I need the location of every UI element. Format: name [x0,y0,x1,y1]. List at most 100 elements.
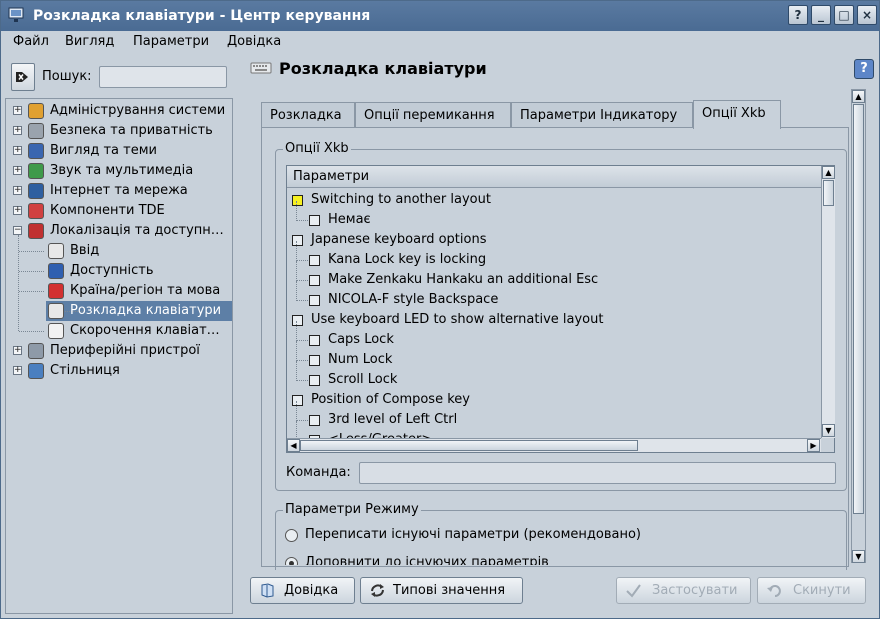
page-scroll-down-button[interactable]: ▼ [852,550,865,563]
option-row[interactable]: Make Zenkaku Hankaku an additional Esc [287,270,821,290]
expand-icon[interactable]: + [13,106,22,115]
tree-item[interactable]: + Компоненти TDE [6,201,232,221]
tab-xkb-options[interactable]: Опції Xkb [693,100,781,129]
apply-button[interactable]: Застосувати [616,577,751,604]
defaults-button[interactable]: Типові значення [360,577,523,604]
scroll-left-button[interactable]: ◀ [287,439,300,452]
option-group-row[interactable]: Use keyboard LED to show alternative lay… [287,310,821,330]
option-checkbox[interactable] [309,375,320,386]
scroll-thumb[interactable] [823,180,834,206]
expand-icon[interactable]: + [13,146,22,155]
option-row[interactable]: Caps Lock [287,330,821,350]
tree-item[interactable]: + Стільниця [6,361,232,381]
option-checkbox[interactable] [309,295,320,306]
option-label: Kana Lock key is locking [328,252,487,267]
tab-switch-options[interactable]: Опції перемикання [355,102,511,128]
tab-layout[interactable]: Розкладка [261,102,355,128]
option-row[interactable]: 3rd level of Left Ctrl [287,410,821,430]
option-checkbox[interactable] [292,195,303,206]
tree-item[interactable]: + Інтернет та мережа [6,181,232,201]
option-group-row[interactable]: Switching to another layout [287,190,821,210]
page-title: Розкладка клавіатури [279,59,487,78]
tree-item[interactable]: + Адміністрування системи [6,101,232,121]
expand-icon[interactable]: + [13,126,22,135]
tree-subitem[interactable]: Країна/регіон та мова [6,281,232,301]
option-row[interactable]: Scroll Lock [287,370,821,390]
option-checkbox[interactable] [309,415,320,426]
scroll-down-button[interactable]: ▼ [822,424,835,437]
option-checkbox[interactable] [309,355,320,366]
tree-branch-line [19,331,44,332]
overwrite-radio[interactable] [285,529,298,542]
clear-search-button[interactable] [11,63,35,91]
tree-item[interactable]: + Безпека та приватність [6,121,232,141]
option-row[interactable]: Kana Lock key is locking [287,250,821,270]
option-checkbox[interactable] [309,335,320,346]
option-checkbox[interactable] [309,255,320,266]
whats-this-help-button[interactable]: ? [854,59,874,79]
menu-help[interactable]: Довідка [227,34,281,49]
expand-icon[interactable]: + [13,186,22,195]
accessibility-icon [48,263,64,279]
tab-indicator-options[interactable]: Параметри Індикатору [511,102,693,128]
reset-button[interactable]: Скинути [757,577,866,604]
expand-icon[interactable]: + [13,346,22,355]
tree-item-label: Скорочення клавіат… [70,323,220,338]
xkb-options-list[interactable]: Параметри Switching to another layout Нем… [286,165,835,453]
search-input[interactable] [99,66,227,88]
option-row[interactable]: <Less/Greater> [287,430,821,438]
tree-subitem[interactable]: Розкладка клавіатури [46,301,232,321]
page-scroll-thumb[interactable] [853,104,864,514]
scroll-right-button[interactable]: ▶ [807,439,820,452]
expand-icon[interactable]: + [13,206,22,215]
option-checkbox[interactable] [309,275,320,286]
help-title-button[interactable]: ? [788,5,808,25]
option-row[interactable]: NICOLA-F style Backspace [287,290,821,310]
command-field[interactable] [359,462,836,484]
tree-subitem[interactable]: Ввід [6,241,232,261]
menu-file[interactable]: Файл [13,34,49,49]
options-vertical-scrollbar[interactable]: ▲ ▼ [821,166,835,438]
scroll-up-button[interactable]: ▲ [822,166,835,179]
append-radio-label[interactable]: Доповнити до існуючих параметрів [305,555,549,565]
splitter-handle[interactable] [234,98,240,614]
page-scroll-up-button[interactable]: ▲ [852,90,865,103]
tree-item[interactable]: − Локалізація та доступн… [6,221,232,241]
option-row[interactable]: Num Lock [287,350,821,370]
h-scroll-thumb[interactable] [300,440,638,451]
help-button[interactable]: Довідка [250,577,355,604]
tree-item-label: Периферійні пристрої [50,343,200,358]
option-checkbox[interactable] [292,235,303,246]
tree-item[interactable]: + Звук та мультимедіа [6,161,232,181]
option-checkbox[interactable] [309,215,320,226]
option-branch-line [296,380,308,381]
title-bar[interactable]: Розкладка клавіатури - Центр керування ?… [1,1,879,31]
option-group-row[interactable]: Position of Compose key [287,390,821,410]
expand-icon[interactable]: + [13,166,22,175]
tree-item[interactable]: + Вигляд та теми [6,141,232,161]
tree-item[interactable]: + Периферійні пристрої [6,341,232,361]
menu-view[interactable]: Вигляд [65,34,114,49]
options-horizontal-scrollbar[interactable]: ◀ ▶ [287,438,821,452]
menu-settings[interactable]: Параметри [133,34,209,49]
option-label: Japanese keyboard options [311,232,487,247]
localization-icon [28,223,44,239]
option-row[interactable]: Немає [287,210,821,230]
tree-item-label: Адміністрування системи [50,103,226,118]
maximize-button[interactable]: □ [834,5,854,25]
option-checkbox[interactable] [292,395,303,406]
close-button[interactable]: × [857,5,877,25]
option-checkbox[interactable] [292,315,303,326]
collapse-icon[interactable]: − [13,226,22,235]
tree-subitem[interactable]: Доступність [6,261,232,281]
list-header[interactable]: Параметри [287,166,821,188]
tree-subitem[interactable]: Скорочення клавіат… [6,321,232,341]
overwrite-radio-label[interactable]: Переписати існуючі параметри (рекомендов… [305,527,641,542]
page-vertical-scrollbar[interactable]: ▲ ▼ [851,89,866,563]
append-radio[interactable] [285,557,298,565]
option-branch-line [296,361,297,381]
option-group-row[interactable]: Japanese keyboard options [287,230,821,250]
expand-icon[interactable]: + [13,366,22,375]
reset-button-label: Скинути [793,583,851,598]
minimize-button[interactable]: _ [811,5,831,25]
